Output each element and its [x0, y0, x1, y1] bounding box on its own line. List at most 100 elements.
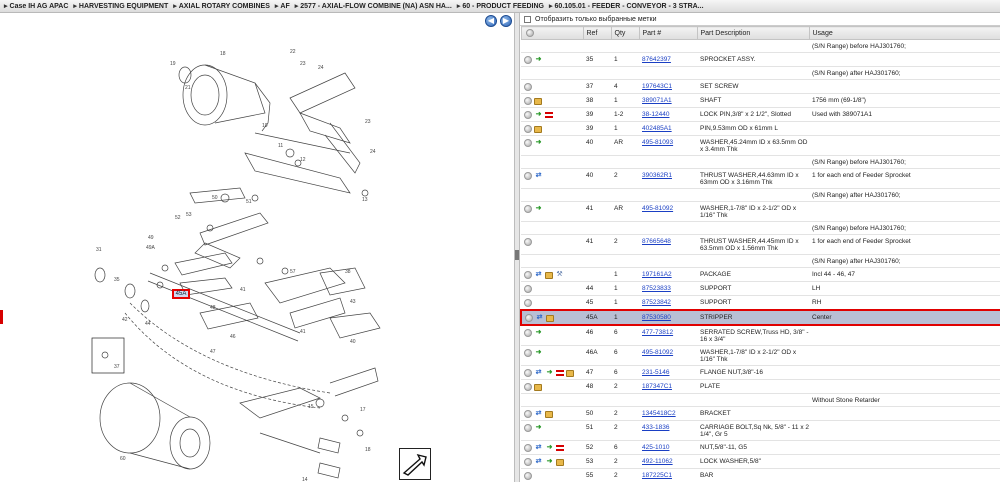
- cell-part-number[interactable]: 425-1010: [639, 440, 697, 455]
- breadcrumb-item[interactable]: HARVESTING EQUIPMENT: [79, 3, 168, 10]
- cell-part-number[interactable]: 390362R1: [639, 168, 697, 189]
- part-number-link[interactable]: 495-81093: [642, 139, 673, 146]
- table-row[interactable]: Without Stone Retarder: [521, 393, 1000, 407]
- blue-swap-icon[interactable]: ⇄: [534, 369, 543, 377]
- blue-swap-icon[interactable]: ⇄: [534, 271, 543, 279]
- status-dot-icon[interactable]: [524, 285, 532, 293]
- cell-part-number[interactable]: 1345418C2: [639, 406, 697, 421]
- part-number-link[interactable]: 187225C1: [642, 472, 672, 479]
- status-dot-icon[interactable]: [524, 299, 532, 307]
- part-number-link[interactable]: 231-5146: [642, 369, 669, 376]
- table-row[interactable]: (S/N Range) before HAJ301760;: [521, 155, 1000, 169]
- cell-part-number[interactable]: [639, 188, 697, 202]
- table-row[interactable]: ➜ 39 1-2 38-12440 LOCK PIN,3/8" x 2 1/2", Sl…: [521, 107, 1000, 122]
- part-number-link[interactable]: 38-12440: [642, 111, 669, 118]
- table-row[interactable]: ➜ 46 6 477-73812 SERRATED SCREW,Truss HD, 3/…: [521, 325, 1000, 346]
- part-number-link[interactable]: 402485A1: [642, 125, 672, 132]
- green-arrow-icon[interactable]: ➜: [534, 424, 543, 432]
- cell-part-number[interactable]: 495-81092: [639, 345, 697, 366]
- status-dot-icon[interactable]: [525, 314, 533, 322]
- table-row[interactable]: (S/N Range) before HAJ301760;: [521, 39, 1000, 53]
- status-dot-icon[interactable]: [524, 383, 532, 391]
- green-arrow-icon[interactable]: ➜: [545, 458, 554, 466]
- part-number-link[interactable]: 87642397: [642, 56, 671, 63]
- cell-part-number[interactable]: 492-11062: [639, 454, 697, 469]
- status-dot-icon[interactable]: [524, 458, 532, 466]
- table-row[interactable]: ⇄ 50 2 1345418C2 BRACKET: [521, 406, 1000, 421]
- table-row[interactable]: 39 1 402485A1 PIN,9.53mm OD x 61mm L: [521, 121, 1000, 136]
- green-arrow-icon[interactable]: ➜: [534, 139, 543, 147]
- column-header-ref[interactable]: Ref: [582, 26, 612, 40]
- package-icon[interactable]: [534, 383, 542, 391]
- status-dot-icon[interactable]: [524, 271, 532, 279]
- table-row[interactable]: ⇄ 45A 1 87530580 STRIPPER Center: [520, 309, 1000, 326]
- status-dot-icon[interactable]: [524, 56, 532, 64]
- table-row[interactable]: ➜ 51 2 433-1836 CARRIAGE BOLT,Sq Nk, 5/8" - …: [521, 420, 1000, 441]
- table-row[interactable]: 44 1 87523833 SUPPORT LH: [521, 281, 1000, 296]
- cell-part-number[interactable]: [639, 39, 697, 53]
- part-number-link[interactable]: 87523842: [642, 299, 671, 306]
- table-row[interactable]: 55 2 187225C1 BAR: [521, 468, 1000, 482]
- selected-callout[interactable]: 45A: [172, 289, 190, 299]
- part-number-link[interactable]: 390362R1: [642, 172, 672, 179]
- blue-swap-icon[interactable]: ⇄: [534, 410, 543, 418]
- table-row[interactable]: 48 2 187347C1 PLATE: [521, 379, 1000, 394]
- status-dot-icon[interactable]: [524, 125, 532, 133]
- splitter-grip[interactable]: [515, 250, 519, 260]
- table-row[interactable]: (S/N Range) after HAJ301760;: [521, 188, 1000, 202]
- table-row[interactable]: 41 2 87665648 THRUST WASHER,44.45mm ID x 63…: [521, 234, 1000, 255]
- package-icon[interactable]: [534, 125, 542, 133]
- table-row[interactable]: ⇄ ➜ 53 2 492-11062 LOCK WASHER,5/8": [521, 454, 1000, 469]
- column-header-qty[interactable]: Qty: [610, 26, 640, 40]
- status-dot-icon[interactable]: [524, 111, 532, 119]
- cell-part-number[interactable]: [639, 66, 697, 80]
- package-icon[interactable]: [546, 314, 554, 322]
- green-arrow-icon[interactable]: ➜: [534, 111, 543, 119]
- cell-part-number[interactable]: 87530580: [639, 309, 697, 326]
- table-row[interactable]: ⇄ ➜ 47 6 231-5146 FLANGE NUT,3/8"-16: [521, 365, 1000, 380]
- package-icon[interactable]: [545, 410, 553, 418]
- blue-swap-icon[interactable]: ⇄: [534, 458, 543, 466]
- cell-part-number[interactable]: 402485A1: [639, 121, 697, 136]
- status-dot-icon[interactable]: [524, 238, 532, 246]
- cell-part-number[interactable]: 389071A1: [639, 93, 697, 108]
- green-arrow-icon[interactable]: ➜: [534, 329, 543, 337]
- part-number-link[interactable]: 187347C1: [642, 383, 672, 390]
- table-row[interactable]: ➜ 35 1 87642397 SPROCKET ASSY.: [521, 52, 1000, 67]
- cell-part-number[interactable]: 477-73812: [639, 325, 697, 346]
- table-row[interactable]: ➜ 41 AR 495-81092 WASHER,1-7/8" ID x 2-1/2" …: [521, 201, 1000, 222]
- table-row[interactable]: 38 1 389071A1 SHAFT 1756 mm (69-1/8"): [521, 93, 1000, 108]
- blue-swap-icon[interactable]: ⇄: [535, 314, 544, 322]
- green-arrow-icon[interactable]: ➜: [545, 444, 554, 452]
- status-dot-icon[interactable]: [524, 424, 532, 432]
- status-dot-icon[interactable]: [524, 369, 532, 377]
- part-number-link[interactable]: 197643C1: [642, 83, 672, 90]
- green-arrow-icon[interactable]: ➜: [534, 349, 543, 357]
- green-arrow-icon[interactable]: ➜: [534, 205, 543, 213]
- table-row[interactable]: (S/N Range) after HAJ301760;: [521, 254, 1000, 268]
- part-number-link[interactable]: 492-11062: [642, 458, 673, 465]
- cell-part-number[interactable]: [639, 393, 697, 407]
- table-row[interactable]: (S/N Range) after HAJ301760;: [521, 66, 1000, 80]
- status-dot-icon[interactable]: [524, 97, 532, 105]
- blue-swap-icon[interactable]: ⇄: [534, 444, 543, 452]
- column-header-usage[interactable]: Usage: [808, 26, 1000, 40]
- part-number-link[interactable]: 197161A2: [642, 271, 672, 278]
- breadcrumb-item[interactable]: Case IH AG APAC: [10, 3, 69, 10]
- cell-part-number[interactable]: 433-1836: [639, 420, 697, 441]
- part-number-link[interactable]: 87665648: [642, 238, 671, 245]
- part-number-link[interactable]: 495-81092: [642, 205, 673, 212]
- part-number-link[interactable]: 389071A1: [642, 97, 672, 104]
- breadcrumb-item[interactable]: 60.105.01 - FEEDER - CONVEYOR - 3 STRA..…: [555, 3, 704, 10]
- part-number-link[interactable]: 433-1836: [642, 424, 669, 431]
- breadcrumb-item[interactable]: 60 - PRODUCT FEEDING: [462, 3, 544, 10]
- cell-part-number[interactable]: [639, 221, 697, 235]
- table-row[interactable]: ⇄ 40 2 390362R1 THRUST WASHER,44.63mm ID x 6…: [521, 168, 1000, 189]
- cell-part-number[interactable]: 495-81093: [639, 135, 697, 156]
- table-row[interactable]: 45 1 87523842 SUPPORT RH: [521, 295, 1000, 311]
- status-dot-icon[interactable]: [524, 83, 532, 91]
- cell-part-number[interactable]: 187347C1: [639, 379, 697, 394]
- status-dot-icon[interactable]: [524, 139, 532, 147]
- table-row[interactable]: (S/N Range) before HAJ301760;: [521, 221, 1000, 235]
- part-number-link[interactable]: 1345418C2: [642, 410, 676, 417]
